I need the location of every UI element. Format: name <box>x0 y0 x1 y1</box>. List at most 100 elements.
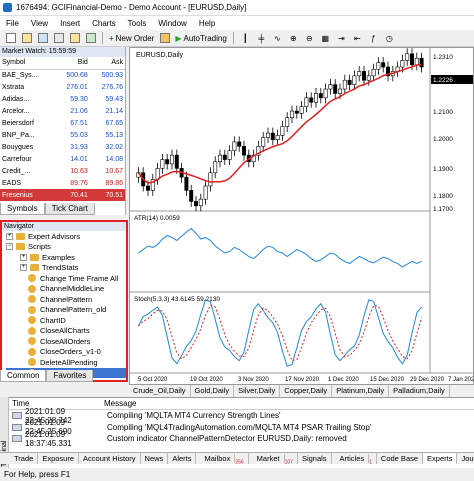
menu-insert[interactable]: Insert <box>54 19 86 28</box>
tile-icon[interactable]: ▦ <box>319 32 332 45</box>
navigator-item[interactable]: DeleteAllPending <box>6 357 126 368</box>
navigator-item[interactable]: − Scripts <box>6 242 126 253</box>
market-watch-row[interactable]: Xstrata 276.01 276.76 <box>0 81 125 93</box>
period-icon[interactable]: ◷ <box>383 32 396 45</box>
date-tick-label: 29 Dec 2020 <box>410 377 445 383</box>
symbol-cell[interactable]: Adidas... <box>0 93 55 105</box>
candle-body <box>232 141 237 152</box>
bar-chart-icon[interactable]: ┃ <box>239 32 252 45</box>
market-watch-row[interactable]: EADS 89.76 89.86 <box>0 177 125 189</box>
tab-signals[interactable]: Signals <box>298 453 332 464</box>
tab-market[interactable]: Market 107 <box>249 453 298 466</box>
symbol-cell[interactable]: BAE_Sys... <box>0 69 55 81</box>
navigator-item[interactable]: ChannelPattern_old <box>6 305 126 316</box>
terminal-icon[interactable] <box>84 32 97 45</box>
collapse-icon[interactable]: − <box>6 243 13 251</box>
candle-body <box>342 79 347 90</box>
chart-canvas[interactable]: EURUSD,Daily1.23101.22251.21001.20001.19… <box>130 48 474 384</box>
line-chart-icon[interactable]: ∿ <box>271 32 284 45</box>
market-watch-icon[interactable] <box>36 32 49 45</box>
chart-tab-silver[interactable]: Silver,Daily <box>234 385 281 397</box>
chart-tab-palladium[interactable]: Palladium,Daily <box>389 385 450 397</box>
navigator-item[interactable]: ChannelMiddleLine <box>6 284 126 295</box>
navigator-item[interactable]: CloseOrders_v1-0 <box>6 347 126 358</box>
terminal-row[interactable]: 2021.01.09 18:37:45.331 Custom indicator … <box>12 430 474 448</box>
new-chart-icon[interactable] <box>4 32 17 45</box>
symbol-cell[interactable]: Bouygues <box>0 141 55 153</box>
chart-tab-platinum[interactable]: Platinum,Daily <box>332 385 390 397</box>
symbol-cell[interactable]: BNP_Pa... <box>0 129 55 141</box>
market-watch-row[interactable]: Credit_... 10.63 10.67 <box>0 165 125 177</box>
data-window-icon[interactable] <box>52 32 65 45</box>
tab-trade[interactable]: Trade <box>10 453 39 464</box>
navigator-item[interactable]: ChannelPattern <box>6 294 126 305</box>
menu-window[interactable]: Window <box>152 19 192 28</box>
menu-file[interactable]: File <box>0 19 25 28</box>
menu-charts[interactable]: Charts <box>86 19 122 28</box>
chart-tab-gold[interactable]: Gold,Daily <box>191 385 235 397</box>
market-watch-row[interactable]: Adidas... 59.30 59.43 <box>0 93 125 105</box>
bid-cell: 67.51 <box>70 119 88 127</box>
tab-tick-chart[interactable]: Tick Chart <box>44 203 95 215</box>
menu-view[interactable]: View <box>25 19 54 28</box>
tab-alerts[interactable]: Alerts <box>168 453 197 464</box>
autotrading-button[interactable]: ▶ AutoTrading <box>174 32 227 45</box>
tab-favorites[interactable]: Favorites <box>46 370 94 382</box>
navigator-item[interactable]: + Expert Advisors <box>6 231 126 242</box>
tab-news[interactable]: News <box>141 453 169 464</box>
autoscroll-icon[interactable]: ⇥ <box>335 32 348 45</box>
navigator-item[interactable]: ChartID <box>6 315 126 326</box>
expand-icon[interactable]: + <box>20 264 27 272</box>
navigator-item[interactable]: CloseAllOrders <box>6 336 126 347</box>
market-watch-row[interactable]: BAE_Sys... 500.68 500.93 <box>0 69 125 81</box>
symbol-cell[interactable]: Carrefour <box>0 153 55 165</box>
symbol-cell[interactable]: Credit_... <box>0 165 55 177</box>
tab-articles[interactable]: Articles 1 <box>332 453 377 466</box>
navigator-item[interactable]: + Examples <box>6 252 126 263</box>
market-watch-row[interactable]: Arcelor... 21.06 21.14 <box>0 105 125 117</box>
metaeditor-icon[interactable] <box>158 32 171 45</box>
symbol-cell[interactable]: EADS <box>0 177 55 189</box>
navigator-item[interactable]: Change Time Frame All <box>6 273 126 284</box>
symbol-cell[interactable]: Xstrata <box>0 81 55 93</box>
chart-tab-crude[interactable]: Crude_Oil,Daily <box>129 385 191 397</box>
market-watch-row[interactable]: Carrefour 14.01 14.08 <box>0 153 125 165</box>
market-watch-row[interactable]: Fresenius 70.41 70.51 <box>0 189 125 201</box>
tab-mailbox[interactable]: Mailbox 256 <box>196 453 249 466</box>
market-watch-row[interactable]: BNP_Pa... 55.03 55.13 <box>0 129 125 141</box>
zoom-in-icon[interactable]: ⊕ <box>287 32 300 45</box>
tab-exposure[interactable]: Exposure <box>38 453 80 464</box>
profiles-icon[interactable] <box>20 32 33 45</box>
tab-account-history[interactable]: Account History <box>79 453 141 464</box>
expand-icon[interactable]: + <box>6 232 13 240</box>
menu-tools[interactable]: Tools <box>122 19 153 28</box>
tab-experts[interactable]: Experts <box>423 453 458 464</box>
market-watch-row[interactable]: Bouygues 31.93 32.02 <box>0 141 125 153</box>
tab-symbols[interactable]: Symbols <box>0 203 45 215</box>
menu-help[interactable]: Help <box>193 19 221 28</box>
tab-common[interactable]: Common <box>0 370 47 382</box>
col-symbol[interactable]: Symbol <box>0 57 55 70</box>
symbol-cell[interactable]: Beiersdorf <box>0 117 55 129</box>
market-watch-row[interactable]: Beiersdorf 67.51 67.65 <box>0 117 125 129</box>
chart-tab-copper[interactable]: Copper,Daily <box>280 385 333 397</box>
col-ask[interactable]: Ask <box>89 57 125 70</box>
zoom-out-icon[interactable]: ⊖ <box>303 32 316 45</box>
bid-cell: 21.06 <box>70 107 88 115</box>
candle-body <box>237 141 242 147</box>
col-message[interactable]: Message <box>104 399 136 408</box>
navigator-item[interactable]: + TrendStats <box>6 263 126 274</box>
navigator-icon[interactable] <box>68 32 81 45</box>
symbol-cell[interactable]: Arcelor... <box>0 105 55 117</box>
indicators-icon[interactable]: ƒ <box>367 32 380 45</box>
expand-icon[interactable]: + <box>20 253 27 261</box>
new-order-button[interactable]: + New Order <box>108 32 155 45</box>
col-bid[interactable]: Bid <box>54 57 90 70</box>
navigator-item[interactable]: CloseAllCharts <box>6 326 126 337</box>
candlestick-icon[interactable]: ╪ <box>255 32 268 45</box>
chart-shift-icon[interactable]: ⇤ <box>351 32 364 45</box>
tab-code-base[interactable]: Code Base <box>377 453 424 464</box>
chart-window[interactable]: EURUSD,Daily1.23101.22251.21001.20001.19… <box>129 47 474 385</box>
symbol-cell[interactable]: Fresenius <box>0 189 55 201</box>
tab-journal[interactable]: Journa <box>457 453 474 464</box>
